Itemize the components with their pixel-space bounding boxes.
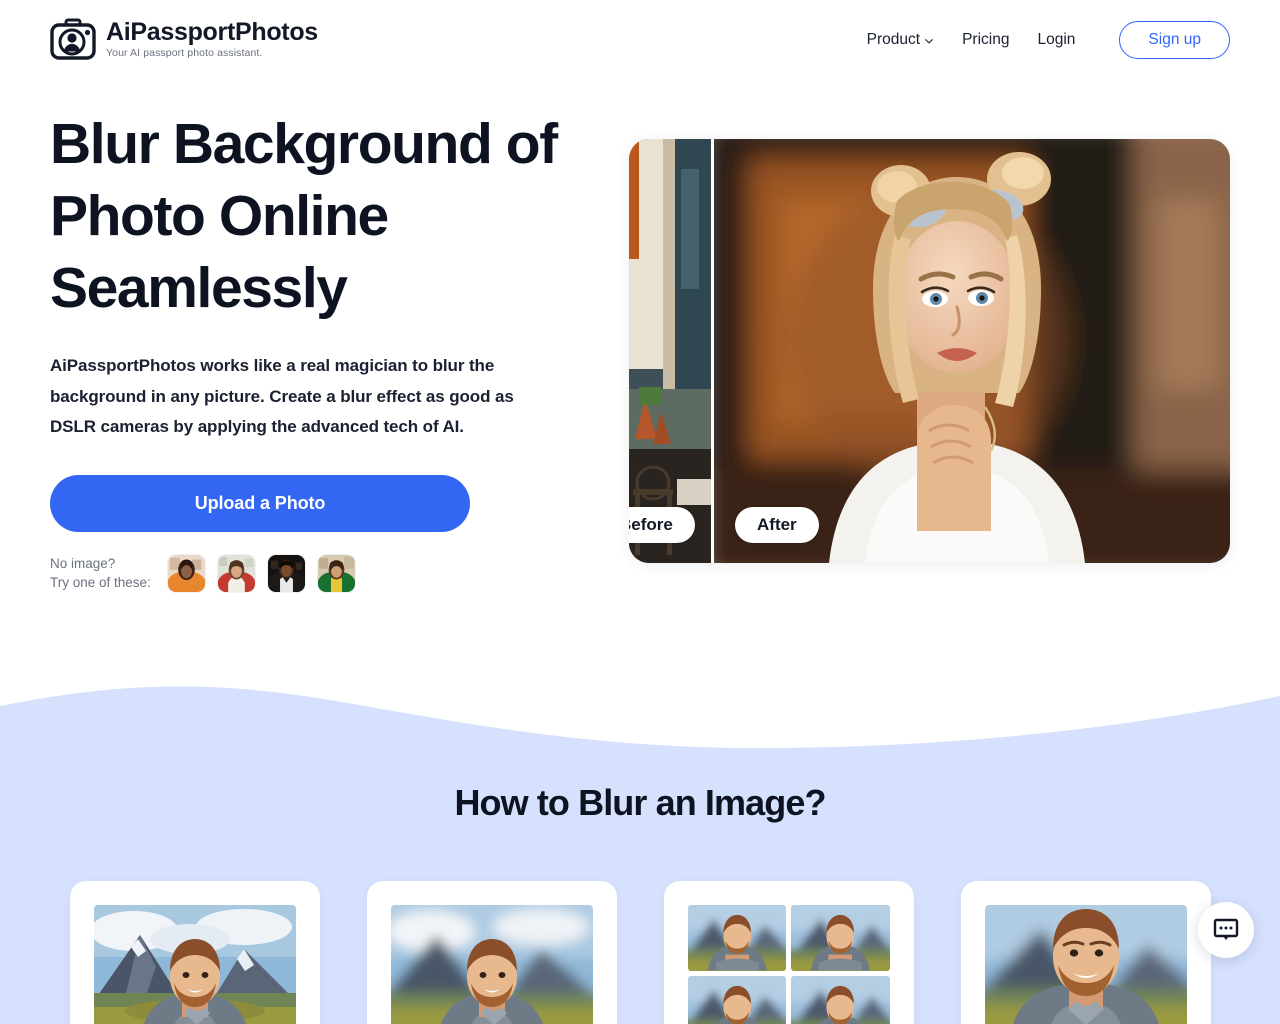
steps-list (0, 881, 1280, 1024)
blurred-photo-mountain (390, 905, 593, 1024)
how-to-section: How to Blur an Image? (0, 660, 1280, 1024)
section-title: How to Blur an Image? (454, 782, 826, 823)
photo-grid-2x2 (687, 905, 786, 971)
chevron-down-icon (925, 39, 933, 44)
sample-thumbnail-1[interactable] (166, 553, 206, 593)
step-card-4[interactable] (960, 881, 1211, 1024)
hero-content: Blur Background of Photo Online Seamless… (50, 109, 595, 593)
grid-cell-3 (687, 975, 786, 1024)
photo-grid-2x2 (791, 905, 890, 971)
page-title: Blur Background of Photo Online Seamless… (50, 112, 558, 320)
step-card-2-media (390, 905, 593, 1024)
sample-images-row: No image? Try one of these: (50, 553, 595, 593)
brand-text: AiPassportPhotos Your AI passport photo … (106, 19, 318, 61)
step-card-1-media (93, 905, 296, 1024)
page-root: AiPassportPhotos Your AI passport photo … (0, 0, 1280, 1024)
sample-thumbnails (166, 553, 356, 593)
sample-prompt-line-2: Try one of these: (50, 575, 151, 591)
chat-widget-button[interactable] (1198, 902, 1254, 958)
sample-prompt-label: No image? Try one of these: (50, 554, 151, 593)
upload-photo-button[interactable]: Upload a Photo (50, 474, 470, 532)
nav-item-product[interactable]: Product (853, 23, 948, 57)
sample-thumbnail-3[interactable] (266, 553, 306, 593)
before-label: Before (629, 507, 695, 543)
sample-thumbnail-2[interactable] (216, 553, 256, 593)
sample-prompt-line-1: No image? (50, 555, 116, 571)
sign-up-button[interactable]: Sign up (1119, 21, 1230, 59)
before-after-illustration (629, 139, 1230, 563)
sample-thumbnail-4[interactable] (316, 553, 356, 593)
wave-divider (0, 686, 1280, 770)
before-after-preview[interactable]: Before After (629, 139, 1230, 563)
nav-item-login[interactable]: Login (1023, 23, 1089, 57)
step-card-1[interactable] (69, 881, 320, 1024)
after-label: After (735, 507, 819, 543)
photo-grid-2x2 (791, 975, 890, 1024)
step-card-3-media (687, 905, 890, 1024)
camera-portrait-icon (50, 18, 96, 60)
site-header: AiPassportPhotos Your AI passport photo … (0, 0, 1280, 82)
brand-tagline: Your AI passport photo assistant. (106, 47, 263, 60)
final-blurred-photo (984, 905, 1187, 1024)
photo-grid-2x2 (687, 975, 786, 1024)
step-card-3[interactable] (663, 881, 914, 1024)
grid-cell-4 (791, 975, 890, 1024)
step-card-4-media (984, 905, 1187, 1024)
original-photo-mountain (93, 905, 296, 1024)
hero-section: Blur Background of Photo Online Seamless… (0, 82, 1280, 672)
grid-cell-2 (791, 905, 890, 971)
brand-name: AiPassportPhotos (106, 18, 318, 47)
hero-description: AiPassportPhotos works like a real magic… (50, 356, 514, 436)
brand-logo[interactable]: AiPassportPhotos Your AI passport photo … (50, 18, 318, 62)
nav-item-pricing[interactable]: Pricing (948, 23, 1023, 57)
grid-cell-1 (687, 905, 786, 971)
main-navigation: Product Pricing Login Sign up (853, 21, 1230, 59)
step-card-2[interactable] (366, 881, 617, 1024)
nav-item-product-label: Product (866, 31, 921, 48)
chat-bubble-icon (1213, 918, 1239, 940)
